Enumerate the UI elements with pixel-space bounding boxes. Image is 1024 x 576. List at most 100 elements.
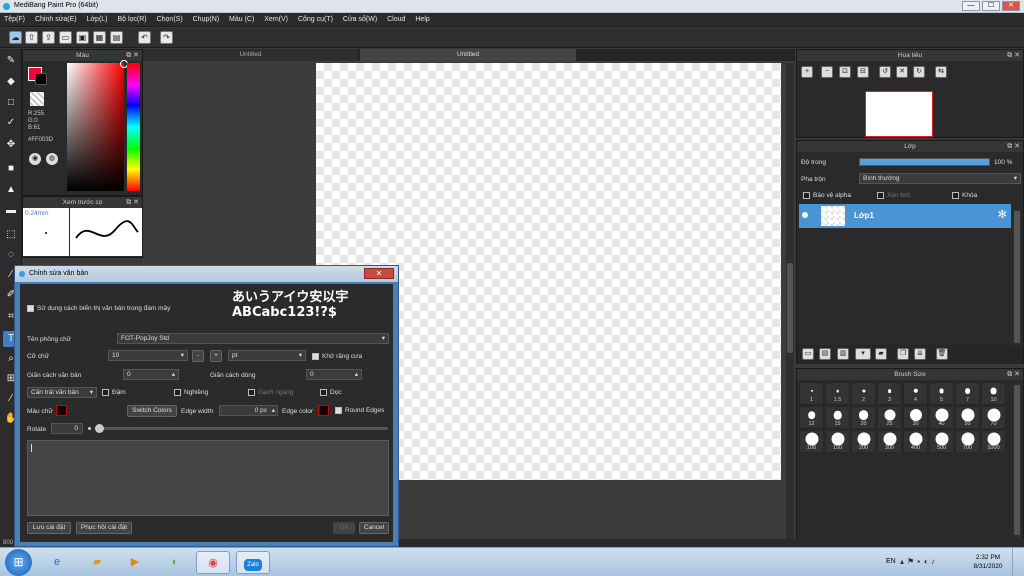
brush-size-cell[interactable]: 3 bbox=[877, 382, 902, 405]
menu-window[interactable]: Cửa sổ(W) bbox=[339, 13, 381, 27]
brush-size-cell[interactable]: 100 bbox=[799, 430, 824, 453]
navigator-viewport[interactable] bbox=[865, 91, 933, 137]
lock-option[interactable]: Khóa bbox=[952, 192, 977, 199]
minimize-button[interactable]: — bbox=[962, 1, 980, 11]
vertical-option[interactable]: Dọc bbox=[320, 389, 342, 396]
switch-colors-button[interactable]: Switch Colors bbox=[127, 405, 177, 417]
brush-size-cell[interactable]: 5 bbox=[929, 382, 954, 405]
rotate-slider-thumb[interactable] bbox=[95, 424, 104, 433]
strikethrough-option[interactable]: Gạch ngang bbox=[248, 389, 293, 396]
add-layer-menu-icon[interactable]: ▾ bbox=[855, 348, 871, 360]
layer-scroll-thumb[interactable] bbox=[1014, 211, 1020, 343]
hue-slider[interactable] bbox=[127, 63, 140, 191]
size-decrease-button[interactable]: - bbox=[192, 350, 204, 362]
brush-size-cell[interactable]: 20 bbox=[851, 406, 876, 429]
tab-untitled-1[interactable]: Untitled bbox=[143, 49, 358, 61]
tab-untitled-2[interactable]: Untitled bbox=[360, 49, 576, 61]
opacity-slider[interactable] bbox=[859, 158, 990, 166]
new-layer-icon[interactable]: ▭ bbox=[802, 348, 814, 360]
close-button[interactable]: ✕ bbox=[1002, 1, 1020, 11]
coccoc-icon[interactable]: ◐ bbox=[158, 551, 192, 574]
brush-scroll-thumb[interactable] bbox=[1014, 385, 1020, 535]
eye-icon[interactable] bbox=[802, 212, 808, 218]
bucket-tool-icon[interactable]: ▲ bbox=[3, 182, 19, 198]
menu-tools[interactable]: Công cụ(T) bbox=[294, 13, 337, 27]
fit-icon[interactable]: ⊡ bbox=[839, 66, 851, 78]
saturation-value-picker[interactable] bbox=[67, 63, 124, 191]
font-size-select[interactable]: 10 ▾ bbox=[108, 350, 188, 361]
lasso-tool-icon[interactable]: ◌ bbox=[3, 247, 19, 263]
antialias-option[interactable]: Khử răng cưa bbox=[312, 353, 362, 360]
edge-width-input[interactable]: 0 px ▴ bbox=[219, 405, 278, 416]
brush-size-cell[interactable]: 40 bbox=[929, 406, 954, 429]
menu-color[interactable]: Màu (C) bbox=[225, 13, 258, 27]
redo-icon[interactable]: ↷ bbox=[160, 31, 173, 44]
color-picker-icon[interactable]: ◍ bbox=[46, 153, 58, 165]
select-tool-icon[interactable]: ⬚ bbox=[3, 227, 19, 243]
brush-size-cell[interactable]: 500 bbox=[929, 430, 954, 453]
tray-icons[interactable]: ▴⚑▪◖♪ bbox=[900, 557, 938, 566]
brush-size-cell[interactable]: 15 bbox=[825, 406, 850, 429]
text-align-select[interactable]: Căn trái văn bản ▾ bbox=[27, 387, 97, 398]
ok-button[interactable]: OK bbox=[333, 522, 355, 534]
delete-layer-icon[interactable]: 🗑 bbox=[936, 348, 948, 360]
share-icon[interactable]: ⇪ bbox=[42, 31, 55, 44]
export-icon[interactable]: ▤ bbox=[110, 31, 123, 44]
brush-scrollbar[interactable] bbox=[1013, 383, 1021, 538]
save-icon[interactable]: ▣ bbox=[76, 31, 89, 44]
brush-size-cell[interactable]: 150 bbox=[825, 430, 850, 453]
actual-size-icon[interactable]: ⊟ bbox=[857, 66, 869, 78]
menu-capture[interactable]: Chụp(N) bbox=[189, 13, 223, 27]
fill-rect-tool-icon[interactable]: ■ bbox=[3, 161, 19, 177]
brush-size-cell[interactable]: 2 bbox=[851, 382, 876, 405]
layer-settings-icon[interactable]: ✻ bbox=[998, 208, 1007, 221]
menu-select[interactable]: Chọn(S) bbox=[153, 13, 187, 27]
chrome-icon[interactable]: ◉ bbox=[196, 551, 230, 574]
brush-size-cell[interactable]: 1.5 bbox=[825, 382, 850, 405]
layer-row[interactable]: Lớp1 ✻ bbox=[799, 204, 1011, 228]
size-increase-button[interactable]: + bbox=[210, 350, 222, 362]
new-halftone-layer-icon[interactable]: ▥ bbox=[837, 348, 849, 360]
panel-close-icon[interactable]: ⧉ ✕ bbox=[1007, 50, 1020, 61]
brush-size-cell[interactable]: 4 bbox=[903, 382, 928, 405]
show-desktop-button[interactable] bbox=[1012, 548, 1024, 576]
brush-size-cell[interactable]: 1000 bbox=[981, 430, 1006, 453]
scrollbar-thumb[interactable] bbox=[787, 263, 793, 353]
cancel-button[interactable]: Cancel bbox=[359, 522, 389, 534]
grid-icon[interactable]: ▦ bbox=[93, 31, 106, 44]
menu-cloud[interactable]: Cloud bbox=[383, 13, 409, 27]
brush-tool-icon[interactable]: ✎ bbox=[3, 53, 19, 69]
rotate-input[interactable]: 0 bbox=[51, 423, 83, 434]
clock[interactable]: 2:32 PM 8/31/2020 bbox=[968, 553, 1008, 571]
menu-edit[interactable]: Chỉnh sửa(E) bbox=[31, 13, 81, 27]
panel-close-icon[interactable]: ⧉ ✕ bbox=[1007, 141, 1020, 152]
menu-help[interactable]: Help bbox=[411, 13, 433, 27]
text-input-area[interactable] bbox=[27, 440, 389, 516]
font-name-select[interactable]: FOT-PopJoy Std ▾ bbox=[117, 333, 389, 344]
explorer-icon[interactable]: ▰ bbox=[80, 551, 114, 574]
clipping-option[interactable]: Xén bớt bbox=[877, 192, 910, 199]
move-tool-icon[interactable]: ✥ bbox=[3, 137, 19, 153]
restore-settings-button[interactable]: Phục hồi cài đặt bbox=[76, 522, 132, 534]
bold-option[interactable]: Đậm bbox=[102, 389, 126, 396]
merge-layer-icon[interactable]: ⇊ bbox=[914, 348, 926, 360]
protect-alpha-option[interactable]: Bảo vệ alpha bbox=[803, 192, 851, 199]
background-color-swatch[interactable] bbox=[35, 73, 47, 85]
gradient-tool-icon[interactable]: ▬ bbox=[3, 203, 19, 219]
rotate-left-icon[interactable]: ↺ bbox=[879, 66, 891, 78]
transparent-color-swatch[interactable] bbox=[30, 92, 44, 106]
zalo-icon[interactable]: Zalo bbox=[236, 551, 270, 574]
comment-icon[interactable]: ▭ bbox=[59, 31, 72, 44]
menu-layer[interactable]: Lớp(L) bbox=[83, 13, 112, 27]
palette-icon[interactable]: ◉ bbox=[29, 153, 41, 165]
brush-size-cell[interactable]: 12 bbox=[799, 406, 824, 429]
layer-scrollbar[interactable] bbox=[1013, 209, 1021, 345]
edge-color-swatch[interactable] bbox=[318, 405, 329, 416]
brush-size-cell[interactable]: 10 bbox=[981, 382, 1006, 405]
menu-view[interactable]: Xem(V) bbox=[260, 13, 292, 27]
eraser-tool-icon[interactable]: ◆ bbox=[3, 74, 19, 90]
menu-filter[interactable]: Bộ lọc(R) bbox=[113, 13, 150, 27]
cloud-icon[interactable]: ☁ bbox=[9, 31, 22, 44]
panel-close-icon[interactable]: ⧉ ✕ bbox=[126, 197, 139, 208]
undo-icon[interactable]: ↶ bbox=[138, 31, 151, 44]
